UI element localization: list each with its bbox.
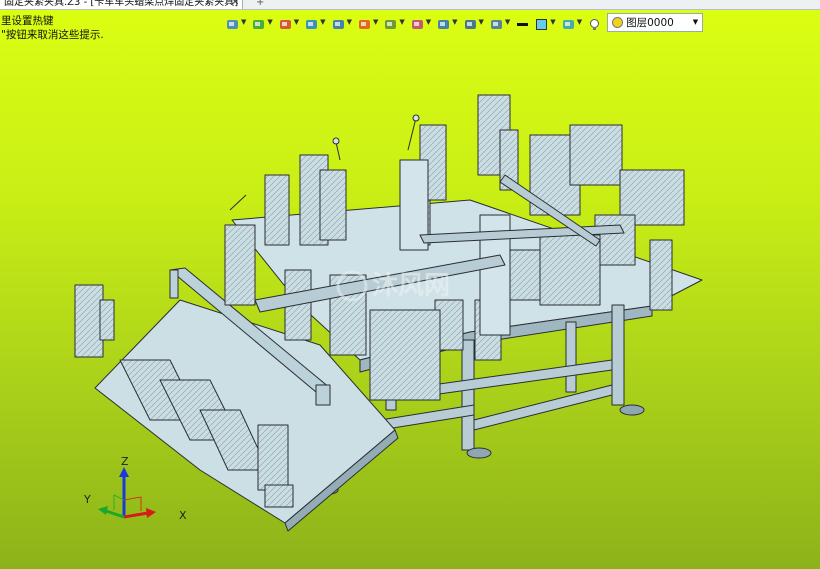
lightbulb-icon bbox=[588, 16, 601, 30]
snap-tool-button[interactable]: ▼ bbox=[411, 13, 431, 31]
watermark-text: 沐风网 bbox=[372, 271, 450, 301]
chevron-down-icon: ▼ bbox=[399, 18, 405, 26]
chevron-down-icon: ▼ bbox=[452, 18, 458, 26]
snap-icon bbox=[411, 16, 424, 29]
insert-icon bbox=[226, 16, 239, 29]
insert-tool-button[interactable]: ▼ bbox=[226, 13, 246, 31]
render-icon bbox=[358, 16, 371, 29]
layer-stack-icon bbox=[562, 16, 575, 29]
chevron-down-icon: ▼ bbox=[372, 18, 379, 26]
shape-icon bbox=[252, 16, 265, 29]
brush-icon bbox=[279, 16, 292, 29]
filter-tool-button[interactable]: ▼ bbox=[437, 13, 458, 31]
measure-icon bbox=[464, 16, 477, 29]
chevron-down-icon: ▼ bbox=[293, 18, 300, 26]
line-icon bbox=[516, 16, 529, 29]
app-window: 固定夹紧夹具.Z3 - [卡车车头蜡梁点焊固定夹紧夹具] ✕ + 里设置热键 "… bbox=[0, 0, 820, 569]
chevron-down-icon: ▼ bbox=[241, 18, 247, 26]
color-icon bbox=[535, 16, 548, 30]
layer-visibility-button[interactable] bbox=[588, 13, 601, 31]
box-icon bbox=[305, 16, 318, 29]
chevron-down-icon: ▼ bbox=[692, 18, 699, 26]
chevron-down-icon: ▼ bbox=[576, 18, 583, 26]
layer-status-icon bbox=[612, 16, 624, 28]
y-axis-line bbox=[105, 509, 125, 519]
chevron-down-icon: ▼ bbox=[320, 18, 326, 26]
layer-stack-tool-button[interactable]: ▼ bbox=[562, 13, 582, 31]
chevron-down-icon: ▼ bbox=[267, 18, 273, 26]
chevron-down-icon: ▼ bbox=[550, 18, 556, 26]
view-icon bbox=[332, 16, 345, 29]
render-tool-button[interactable]: ▼ bbox=[358, 13, 378, 31]
chevron-down-icon: ▼ bbox=[504, 18, 511, 26]
measure-tool-button[interactable]: ▼ bbox=[464, 13, 484, 31]
layer-select-value: 图层0000 bbox=[626, 16, 674, 29]
box-tool-button[interactable]: ▼ bbox=[305, 13, 326, 31]
layer-select[interactable]: 图层0000 ▼ bbox=[607, 12, 704, 32]
y-axis-label: Y bbox=[83, 493, 91, 506]
z-axis-label: Z bbox=[121, 455, 129, 468]
brush-tool-button[interactable]: ▼ bbox=[279, 13, 299, 31]
chevron-down-icon: ▼ bbox=[425, 18, 432, 26]
display-icon bbox=[384, 16, 397, 29]
chevron-down-icon: ▼ bbox=[478, 18, 484, 26]
x-axis-line bbox=[123, 511, 149, 519]
main-toolbar: ▼ ▼ ▼ ▼ ▼ ▼ ▼ ▼ ▼ ▼ ▼ ▼ ▼ 图层0000 ▼ bbox=[226, 12, 704, 32]
axis-triad: Z X Y bbox=[83, 455, 187, 522]
chevron-down-icon: ▼ bbox=[346, 18, 352, 26]
line-tool-button[interactable] bbox=[516, 13, 529, 31]
view-tool-button[interactable]: ▼ bbox=[332, 13, 352, 31]
x-axis-label: X bbox=[179, 509, 187, 522]
color-tool-button[interactable]: ▼ bbox=[535, 13, 556, 31]
style-icon bbox=[490, 16, 503, 29]
shape-tool-button[interactable]: ▼ bbox=[252, 13, 273, 31]
style-tool-button[interactable]: ▼ bbox=[490, 13, 510, 31]
filter-icon bbox=[437, 16, 450, 29]
display-tool-button[interactable]: ▼ bbox=[384, 13, 405, 31]
